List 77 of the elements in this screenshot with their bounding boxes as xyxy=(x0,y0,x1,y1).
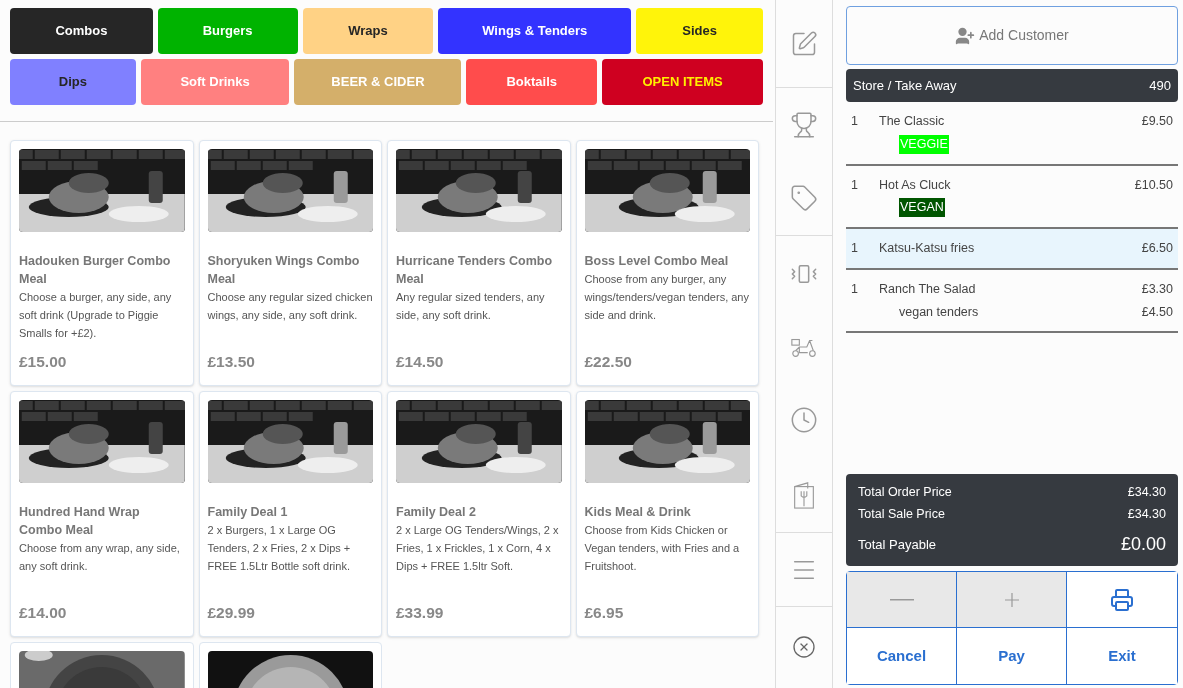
product-description: Choose a burger, any side, any soft drink (Upgrade to Piggie Smalls for +£2). xyxy=(19,290,173,341)
product-price: £15.00 xyxy=(19,351,68,372)
modifier-name: vegan tenders xyxy=(899,303,980,321)
category-button[interactable]: Sides xyxy=(636,8,763,54)
total-value: £34.30 xyxy=(1127,506,1166,523)
product-card[interactable]: Boss Level Combo Meal Choose from any burger, any wings/tenders/vegan tenders, any side and drink. £22.50 xyxy=(575,140,759,386)
category-button[interactable]: Dips xyxy=(10,59,136,105)
product-description: 2 x Large OG Tenders/Wings, 2 x Fries, 1 x Frickles, 1 x Corn, 4 x Dips + FREE 1.5ltr Soft. xyxy=(396,523,560,574)
product-price: £14.50 xyxy=(396,351,445,372)
product-description: Choose from any wrap, any side, any soft drink. xyxy=(19,541,181,574)
product-name: Hurricane Tenders Combo Meal xyxy=(396,253,554,288)
action-button[interactable]: Cancel xyxy=(847,628,957,684)
total-label: Total Sale Price xyxy=(858,506,945,523)
product-price: £6.95 xyxy=(584,602,625,623)
product-name: Kids Meal & Drink xyxy=(584,504,692,521)
line-quantity: 1 xyxy=(851,176,859,194)
modifier-price: £4.50 xyxy=(1141,303,1173,321)
line-quantity: 1 xyxy=(851,113,859,130)
product-price: £33.99 xyxy=(396,602,445,623)
product-price: £22.50 xyxy=(584,351,633,372)
line-name: Hot As Cluck xyxy=(879,176,952,194)
order-line[interactable]: 1 The Classic £9.50 VEGGIE xyxy=(846,102,1178,166)
line-name: The Classic xyxy=(879,113,946,130)
line-name: Katsu-Katsu fries xyxy=(879,240,976,257)
trophy-icon[interactable] xyxy=(790,110,818,139)
add-customer-button[interactable]: Add Customer xyxy=(846,6,1178,65)
order-number: 490 xyxy=(1149,76,1171,95)
order-line[interactable]: 1 Ranch The Salad £3.30 vegan tenders £4.50 xyxy=(846,269,1178,334)
close-icon[interactable] xyxy=(792,635,816,659)
line-name: Ranch The Salad xyxy=(879,280,977,298)
tag-icon[interactable] xyxy=(790,184,818,213)
menu-card-icon[interactable] xyxy=(792,480,816,509)
product-card[interactable]: Hurricane Tenders Combo Meal Any regular sized tenders, any side, any soft drink. £14.50 xyxy=(387,140,571,386)
order-type: Store / Take Away xyxy=(853,76,957,95)
product-name: Family Deal 2 xyxy=(396,504,477,521)
total-label: Total Order Price xyxy=(858,484,952,501)
category-button[interactable]: Wraps xyxy=(302,8,434,54)
product-card[interactable]: Hadouken Burger Combo Meal Choose a burger, any side, any soft drink (Upgrade to Piggie Smalls for +£2). £15.00 xyxy=(10,140,194,386)
product-card[interactable]: Hundred Hand Wrap Combo Meal Choose from any wrap, any side, any soft drink. £14.00 xyxy=(10,391,194,637)
modifier-tag: VEGAN xyxy=(899,198,945,217)
line-price: £6.50 xyxy=(1141,240,1173,257)
product-card[interactable]: Kids Meal & Drink Choose from Kids Chicken or Vegan tenders, with Fries and a Fruitshoot. £6.95 xyxy=(575,391,759,637)
product-description: Choose from Kids Chicken or Vegan tenders, with Fries and a Fruitshoot. xyxy=(584,523,741,574)
print-button[interactable] xyxy=(1067,572,1177,628)
product-price: £29.99 xyxy=(207,602,256,623)
plus-icon xyxy=(1004,592,1019,607)
category-button[interactable]: OPEN ITEMS xyxy=(602,59,763,105)
category-button[interactable]: Combos xyxy=(10,8,153,54)
product-card[interactable]: Shoryuken Wings Combo Meal Choose any regular sized chicken wings, any side, any soft drink. £13.50 xyxy=(198,140,382,386)
product-description: Any regular sized tenders, any side, any soft drink. xyxy=(396,290,546,323)
clock-icon[interactable] xyxy=(790,405,818,434)
line-quantity: 1 xyxy=(851,240,859,257)
category-button[interactable]: Wings & Tenders xyxy=(438,8,632,54)
product-price: £13.50 xyxy=(207,351,256,372)
modifier-tag: VEGGIE xyxy=(899,134,949,154)
product-name: Hadouken Burger Combo Meal xyxy=(19,253,172,288)
product-name: Hundred Hand Wrap Combo Meal xyxy=(19,504,141,539)
total-value: £34.30 xyxy=(1127,484,1166,501)
printer-icon xyxy=(1110,587,1134,612)
minus-icon xyxy=(889,598,914,601)
product-name: Shoryuken Wings Combo Meal xyxy=(207,253,361,288)
total-value: £0.00 xyxy=(1120,533,1166,556)
product-description: 2 x Burgers, 1 x Large OG Tenders, 2 x Fries, 2 x Dips + FREE 1.5Ltr Bottle soft drink. xyxy=(207,523,352,574)
product-description: Choose from any burger, any wings/tenders/vegan tenders, any side and drink. xyxy=(584,272,750,323)
line-price: £10.50 xyxy=(1134,176,1173,194)
product-description: Choose any regular sized chicken wings, any side, any soft drink. xyxy=(207,290,373,323)
product-card[interactable]: Family Deal 1 2 x Burgers, 1 x Large OG Tenders, 2 x Fries, 2 x Dips + FREE 1.5Ltr Bottle soft drink. £29.99 xyxy=(198,391,382,637)
line-quantity: 1 xyxy=(851,280,859,298)
total-label: Total Payable xyxy=(858,535,937,554)
edit-icon[interactable] xyxy=(790,29,818,58)
product-name: Boss Level Combo Meal xyxy=(584,253,730,270)
line-price: £3.30 xyxy=(1141,280,1173,298)
product-price: £14.00 xyxy=(19,602,68,623)
product-card[interactable]: Family Deal 2 2 x Large OG Tenders/Wings, 2 x Fries, 1 x Frickles, 1 x Corn, 4 x Dips + FREE 1.5ltr Soft. £33.99 xyxy=(387,391,571,637)
product-name: Family Deal 1 xyxy=(207,504,289,521)
line-price: £9.50 xyxy=(1141,113,1173,130)
add-person-icon xyxy=(955,25,976,46)
